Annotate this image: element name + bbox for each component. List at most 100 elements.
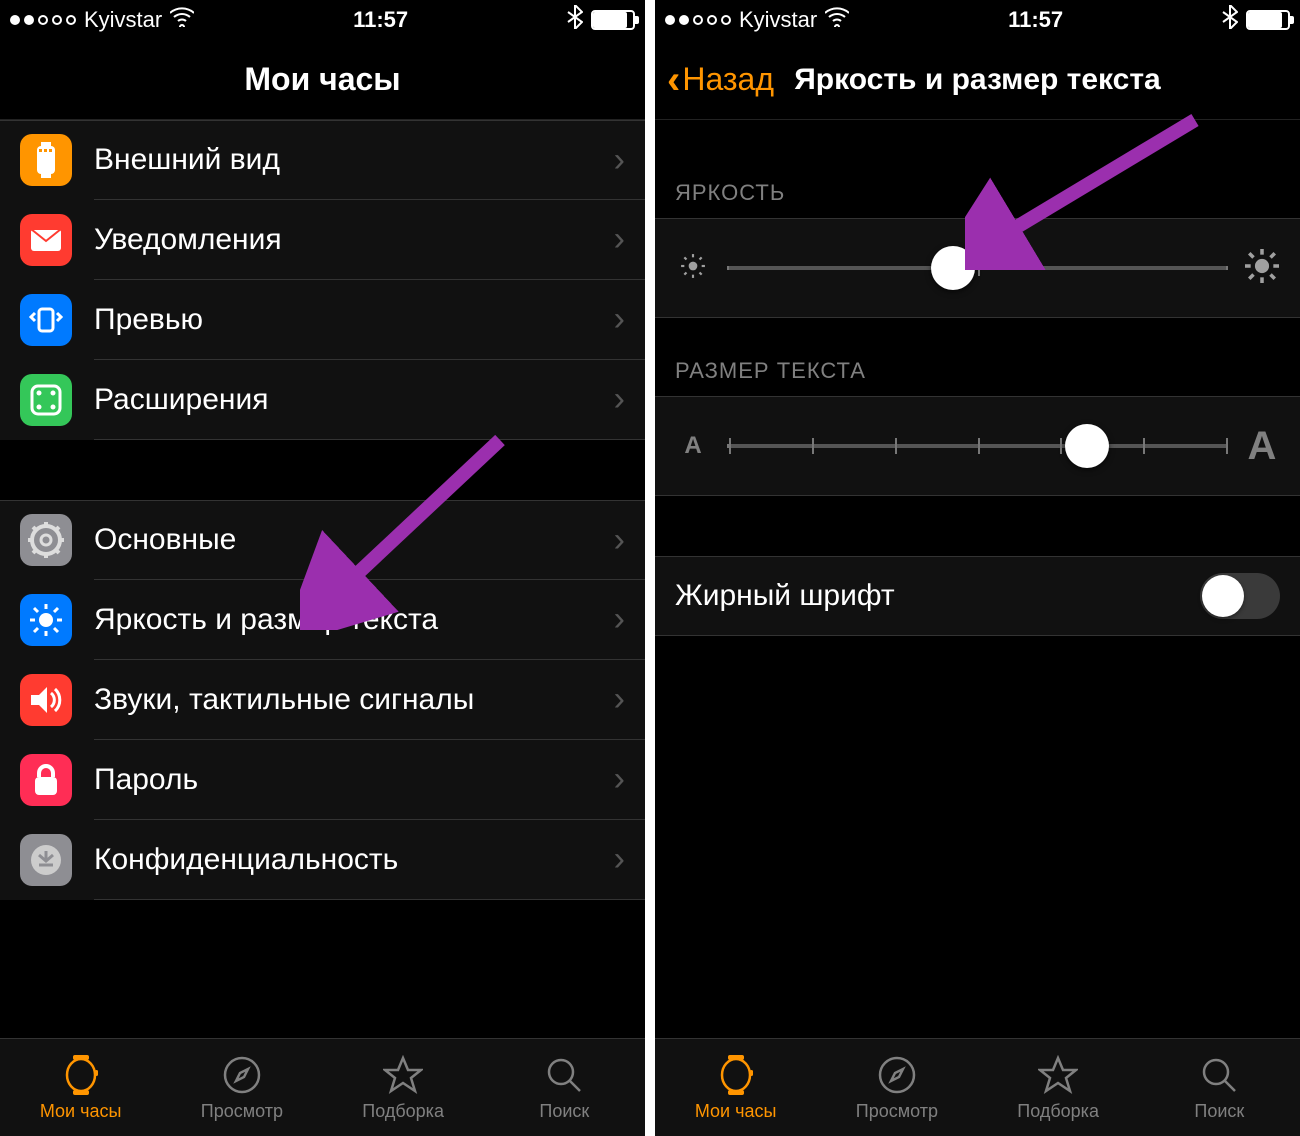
wifi-icon bbox=[825, 7, 849, 33]
chevron-right-icon: › bbox=[614, 600, 625, 639]
tab-featured[interactable]: Подборка bbox=[323, 1039, 484, 1136]
chevron-right-icon: › bbox=[614, 521, 625, 560]
row-label: Конфиденциальность bbox=[94, 843, 614, 877]
search-icon bbox=[542, 1053, 586, 1097]
text-small-icon: A bbox=[675, 432, 711, 460]
row-label: Внешний вид bbox=[94, 143, 614, 177]
tab-bar: Мои часы Просмотр Подборка Поиск bbox=[655, 1038, 1300, 1136]
settings-row[interactable]: Яркость и размер текста› bbox=[0, 580, 645, 660]
preview-icon bbox=[20, 294, 72, 346]
settings-row[interactable]: Внешний вид› bbox=[0, 120, 645, 200]
bold-text-row: Жирный шрифт bbox=[655, 556, 1300, 636]
row-label: Пароль bbox=[94, 763, 614, 797]
chevron-right-icon: › bbox=[614, 840, 625, 879]
chevron-right-icon: › bbox=[614, 680, 625, 719]
right-phone: Kyivstar 11:57 ‹ Назад Яркость и размер … bbox=[655, 0, 1300, 1136]
featured-icon bbox=[1036, 1053, 1080, 1097]
settings-row[interactable]: Уведомления› bbox=[0, 200, 645, 280]
settings-list[interactable]: Внешний вид›Уведомления›Превью›Расширени… bbox=[0, 120, 645, 1038]
settings-row[interactable]: Пароль› bbox=[0, 740, 645, 820]
chevron-right-icon: › bbox=[614, 220, 625, 259]
row-label: Яркость и размер текста bbox=[94, 603, 614, 637]
battery-icon bbox=[591, 10, 635, 30]
tab-bar: Мои часы Просмотр Подборка Поиск bbox=[0, 1038, 645, 1136]
settings-row[interactable]: Превью› bbox=[0, 280, 645, 360]
featured-icon bbox=[381, 1053, 425, 1097]
row-label: Уведомления bbox=[94, 223, 614, 257]
browse-icon bbox=[220, 1053, 264, 1097]
clock-label: 11:57 bbox=[353, 7, 408, 33]
extensions-icon bbox=[20, 374, 72, 426]
tab-watch[interactable]: Мои часы bbox=[655, 1039, 816, 1136]
search-icon bbox=[1197, 1053, 1241, 1097]
chevron-left-icon: ‹ bbox=[667, 60, 680, 100]
bluetooth-icon bbox=[567, 5, 583, 35]
back-label: Назад bbox=[682, 61, 774, 98]
textsize-group-label: РАЗМЕР ТЕКСТА bbox=[655, 318, 1300, 396]
general-icon bbox=[20, 514, 72, 566]
brightness-icon bbox=[20, 594, 72, 646]
bold-text-switch[interactable] bbox=[1200, 573, 1280, 619]
tab-label: Просмотр bbox=[201, 1101, 283, 1122]
tab-label: Мои часы bbox=[695, 1101, 777, 1122]
browse-icon bbox=[875, 1053, 919, 1097]
signal-dots bbox=[665, 15, 731, 25]
appearance-icon bbox=[20, 134, 72, 186]
settings-row[interactable]: Расширения› bbox=[0, 360, 645, 440]
settings-row[interactable]: Основные› bbox=[0, 500, 645, 580]
carrier-label: Kyivstar bbox=[739, 7, 817, 33]
tab-label: Подборка bbox=[362, 1101, 444, 1122]
wifi-icon bbox=[170, 7, 194, 33]
brightness-high-icon bbox=[1244, 249, 1280, 288]
brightness-slider-cell bbox=[655, 218, 1300, 318]
textsize-slider-cell: A A bbox=[655, 396, 1300, 496]
tab-watch[interactable]: Мои часы bbox=[0, 1039, 161, 1136]
brightness-low-icon bbox=[675, 253, 711, 284]
bold-text-label: Жирный шрифт bbox=[675, 579, 1200, 613]
tab-search[interactable]: Поиск bbox=[484, 1039, 645, 1136]
tab-label: Поиск bbox=[1194, 1101, 1244, 1122]
page-title: Мои часы bbox=[244, 61, 400, 98]
battery-icon bbox=[1246, 10, 1290, 30]
tab-search[interactable]: Поиск bbox=[1139, 1039, 1300, 1136]
nav-header: Мои часы bbox=[0, 40, 645, 120]
clock-label: 11:57 bbox=[1008, 7, 1063, 33]
status-bar: Kyivstar 11:57 bbox=[655, 0, 1300, 40]
textsize-slider[interactable] bbox=[727, 444, 1228, 448]
text-large-icon: A bbox=[1244, 424, 1280, 469]
chevron-right-icon: › bbox=[614, 760, 625, 799]
tab-label: Подборка bbox=[1017, 1101, 1099, 1122]
password-icon bbox=[20, 754, 72, 806]
back-button[interactable]: ‹ Назад bbox=[667, 60, 774, 100]
settings-row[interactable]: Звуки, тактильные сигналы› bbox=[0, 660, 645, 740]
tab-browse[interactable]: Просмотр bbox=[161, 1039, 322, 1136]
chevron-right-icon: › bbox=[614, 141, 625, 180]
chevron-right-icon: › bbox=[614, 380, 625, 419]
row-label: Расширения bbox=[94, 383, 614, 417]
row-label: Основные bbox=[94, 523, 614, 557]
tab-label: Просмотр bbox=[856, 1101, 938, 1122]
signal-dots bbox=[10, 15, 76, 25]
carrier-label: Kyivstar bbox=[84, 7, 162, 33]
tab-label: Мои часы bbox=[40, 1101, 122, 1122]
row-label: Звуки, тактильные сигналы bbox=[94, 683, 614, 717]
tab-browse[interactable]: Просмотр bbox=[816, 1039, 977, 1136]
brightness-slider[interactable] bbox=[727, 266, 1228, 270]
tab-featured[interactable]: Подборка bbox=[978, 1039, 1139, 1136]
bluetooth-icon bbox=[1222, 5, 1238, 35]
nav-header: ‹ Назад Яркость и размер текста bbox=[655, 40, 1300, 120]
chevron-right-icon: › bbox=[614, 300, 625, 339]
notifications-icon bbox=[20, 214, 72, 266]
page-title: Яркость и размер текста bbox=[794, 63, 1161, 97]
left-phone: Kyivstar 11:57 Мои часы Внешний вид›Увед… bbox=[0, 0, 645, 1136]
watch-icon bbox=[714, 1053, 758, 1097]
status-bar: Kyivstar 11:57 bbox=[0, 0, 645, 40]
settings-row[interactable]: Конфиденциальность› bbox=[0, 820, 645, 900]
watch-icon bbox=[59, 1053, 103, 1097]
sounds-icon bbox=[20, 674, 72, 726]
tab-label: Поиск bbox=[539, 1101, 589, 1122]
brightness-settings: ЯРКОСТЬ РАЗМЕР ТЕКСТА A A Жирный шрифт bbox=[655, 120, 1300, 1038]
row-label: Превью bbox=[94, 303, 614, 337]
privacy-icon bbox=[20, 834, 72, 886]
brightness-group-label: ЯРКОСТЬ bbox=[655, 120, 1300, 218]
